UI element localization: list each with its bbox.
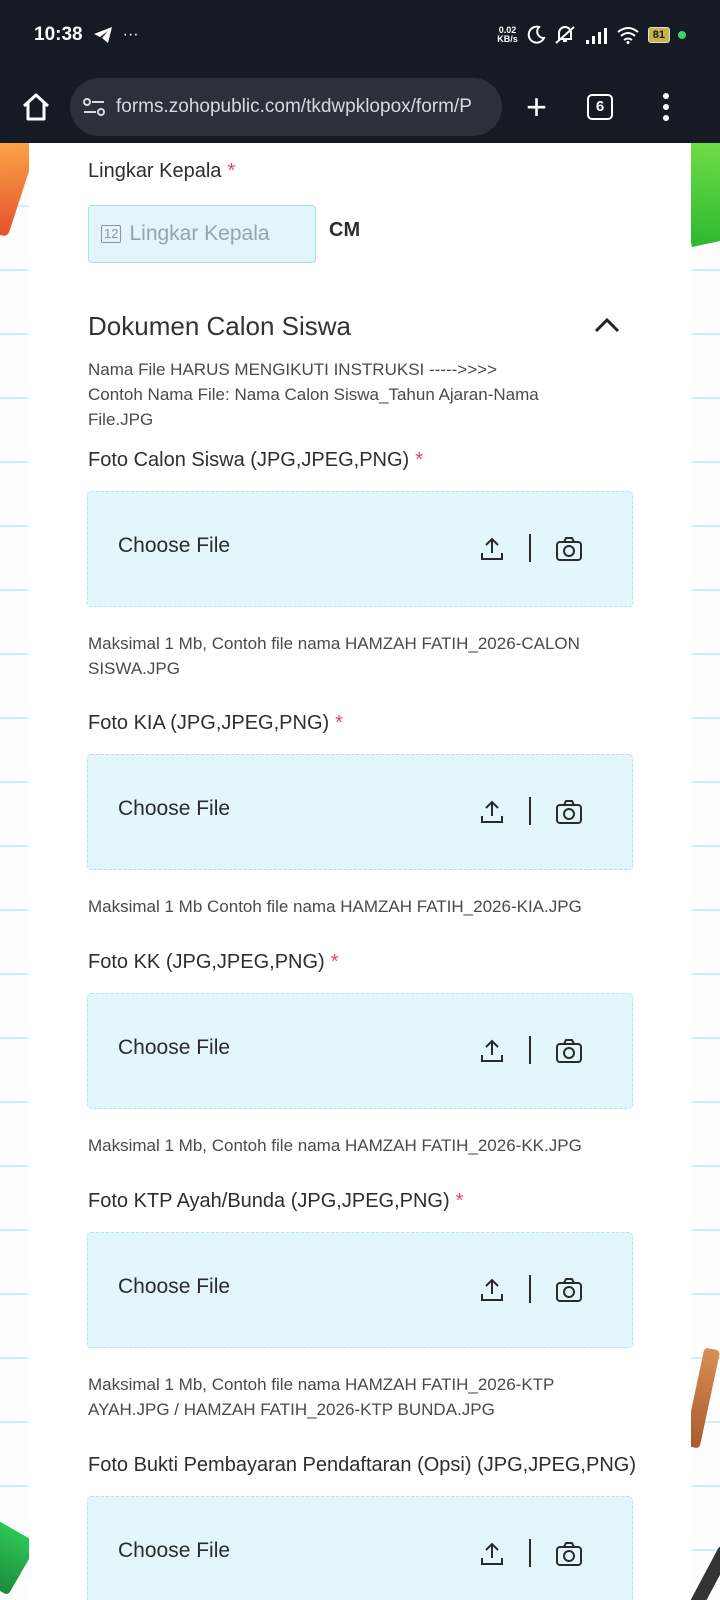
upload-icon[interactable]: [479, 799, 505, 825]
url-text: forms.zohopublic.com/tkdwpklopox/form/P: [116, 95, 472, 117]
address-bar[interactable]: forms.zohopublic.com/tkdwpklopox/form/P: [70, 77, 502, 136]
upload-area[interactable]: Choose File: [87, 1496, 633, 1600]
divider: [529, 1539, 531, 1567]
wifi-icon: [617, 27, 639, 44]
help-text: Maksimal 1 Mb, Contoh file nama HAMZAH F…: [88, 634, 580, 678]
upload-icon[interactable]: [479, 1541, 505, 1567]
field-label: Foto KTP Ayah/Bunda (JPG,JPEG,PNG) *: [88, 1190, 464, 1212]
choose-file-button[interactable]: Choose File: [118, 1275, 230, 1299]
upload-area[interactable]: Choose File: [87, 993, 633, 1109]
divider: [529, 1036, 531, 1064]
upload-icon[interactable]: [479, 536, 505, 562]
upload-area[interactable]: Choose File: [87, 754, 633, 870]
divider: [529, 797, 531, 825]
head-circumference-input[interactable]: 12: [88, 205, 316, 263]
help-text: Maksimal 1 Mb, Contoh file nama HAMZAH F…: [88, 1375, 555, 1419]
choose-file-button[interactable]: Choose File: [118, 1539, 230, 1563]
moon-icon: [527, 25, 546, 44]
upload-area[interactable]: Choose File: [87, 1232, 633, 1348]
menu-icon[interactable]: [663, 92, 670, 121]
field-label: Foto KIA (JPG,JPEG,PNG) *: [88, 712, 343, 734]
mute-icon: [555, 26, 575, 44]
camera-icon[interactable]: [555, 536, 583, 562]
camera-icon[interactable]: [555, 1038, 583, 1064]
camera-icon[interactable]: [555, 1277, 583, 1303]
telegram-icon: [93, 27, 112, 43]
number-icon: 12: [101, 225, 122, 243]
choose-file-button[interactable]: Choose File: [118, 1036, 230, 1060]
head-circumference-field[interactable]: [129, 222, 300, 246]
tab-switcher-button[interactable]: 6: [587, 93, 614, 120]
new-tab-button[interactable]: +: [526, 88, 547, 125]
field-label: Foto Calon Siswa (JPG,JPEG,PNG) *: [88, 449, 423, 471]
section-title: Dokumen Calon Siswa: [88, 311, 352, 341]
privacy-dot: [678, 31, 686, 39]
help-text: Maksimal 1 Mb Contoh file nama HAMZAH FA…: [88, 897, 582, 916]
upload-icon[interactable]: [479, 1277, 505, 1303]
chevron-up-icon[interactable]: [592, 311, 622, 341]
status-bar: 10:38 ··· 0.02 KB/s 81: [0, 0, 720, 70]
choose-file-button[interactable]: Choose File: [118, 534, 230, 558]
divider: [529, 534, 531, 562]
signal-icon: [585, 28, 607, 44]
field-label: Lingkar Kepala *: [88, 160, 236, 182]
battery-icon: 81: [647, 27, 670, 43]
section-instructions: Nama File HARUS MENGIKUTI INSTRUKSI ----…: [88, 360, 539, 429]
status-time: 10:38: [34, 24, 83, 45]
camera-icon[interactable]: [555, 799, 583, 825]
upload-icon[interactable]: [479, 1038, 505, 1064]
home-icon: [22, 93, 50, 120]
choose-file-button[interactable]: Choose File: [118, 797, 230, 821]
upload-area[interactable]: Choose File: [87, 491, 633, 607]
home-button[interactable]: [18, 89, 54, 125]
divider: [529, 1275, 531, 1303]
field-label: Foto Bukti Pembayaran Pendaftaran (Opsi)…: [88, 1454, 636, 1476]
browser-toolbar: forms.zohopublic.com/tkdwpklopox/form/P …: [0, 70, 720, 143]
camera-icon[interactable]: [555, 1541, 583, 1567]
more-notifications-icon: ···: [122, 26, 139, 43]
site-settings-icon[interactable]: [82, 97, 106, 117]
unit-label: CM: [329, 219, 361, 241]
field-label: Foto KK (JPG,JPEG,PNG) *: [88, 951, 339, 973]
form-card: Lingkar Kepala* 12 CM Dokumen Calon Sisw…: [29, 143, 691, 1600]
help-text: Maksimal 1 Mb, Contoh file nama HAMZAH F…: [88, 1136, 582, 1155]
network-speed: 0.02 KB/s: [497, 25, 518, 44]
